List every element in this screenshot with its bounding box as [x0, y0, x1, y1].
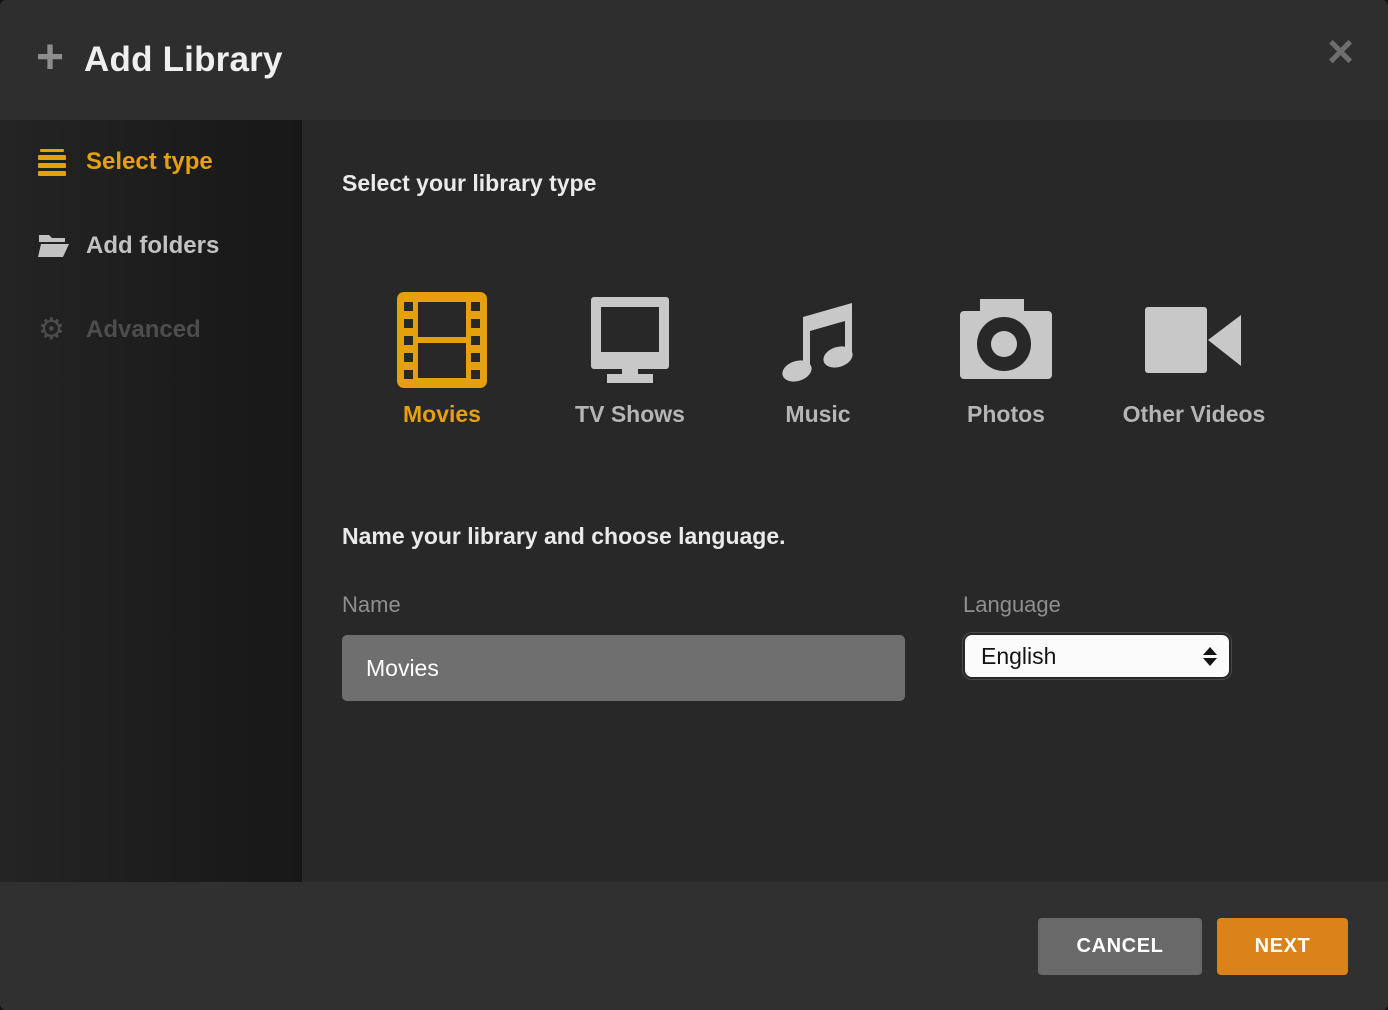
library-type-music[interactable]: Music — [724, 290, 912, 429]
camera-icon — [958, 290, 1054, 390]
library-type-label: Other Videos — [1123, 400, 1266, 429]
library-name-input[interactable] — [342, 635, 905, 701]
cancel-button[interactable]: CANCEL — [1038, 918, 1202, 975]
dialog-footer: CANCEL NEXT — [0, 882, 1388, 1010]
library-type-photos[interactable]: Photos — [912, 290, 1100, 429]
next-button[interactable]: NEXT — [1217, 918, 1348, 975]
folder-open-icon — [38, 233, 72, 259]
tv-icon — [585, 290, 675, 390]
sidebar-item-label: Advanced — [86, 316, 201, 344]
library-type-other-videos[interactable]: Other Videos — [1100, 290, 1288, 429]
gear-icon: ⚙ — [38, 315, 72, 345]
language-select-value: English — [981, 643, 1056, 670]
name-field-label: Name — [342, 591, 905, 619]
sidebar-item-add-folders[interactable]: Add folders — [0, 204, 302, 288]
library-type-label: Photos — [967, 400, 1045, 429]
language-field-label: Language — [963, 591, 1231, 619]
library-type-label: Movies — [403, 400, 481, 429]
select-arrows-icon — [1203, 647, 1217, 666]
list-icon — [38, 149, 72, 176]
name-language-fields: Name Language English — [342, 591, 1348, 701]
video-camera-icon — [1145, 290, 1243, 390]
sidebar-item-select-type[interactable]: Select type — [0, 120, 302, 204]
sidebar-item-label: Select type — [86, 148, 213, 176]
library-type-row: Movies TV Shows — [348, 290, 1348, 429]
dialog-content: Select your library type — [302, 120, 1388, 882]
library-type-label: Music — [785, 400, 850, 429]
name-section-title: Name your library and choose language. — [342, 521, 1348, 551]
dialog-header: + Add Library × — [0, 0, 1388, 120]
add-library-dialog: + Add Library × Select type Add folders … — [0, 0, 1388, 1010]
sidebar-item-label: Add folders — [86, 232, 219, 260]
library-type-label: TV Shows — [575, 400, 685, 429]
language-select[interactable]: English — [963, 633, 1231, 679]
music-note-icon — [772, 290, 864, 390]
type-section-title: Select your library type — [342, 168, 1348, 198]
sidebar-item-advanced: ⚙ Advanced — [0, 288, 302, 372]
library-type-movies[interactable]: Movies — [348, 290, 536, 429]
library-type-tv-shows[interactable]: TV Shows — [536, 290, 724, 429]
dialog-title: Add Library — [84, 40, 283, 80]
film-strip-icon — [397, 290, 487, 390]
plus-icon: + — [36, 34, 64, 82]
close-icon[interactable]: × — [1327, 28, 1354, 74]
wizard-steps-sidebar: Select type Add folders ⚙ Advanced — [0, 120, 302, 882]
